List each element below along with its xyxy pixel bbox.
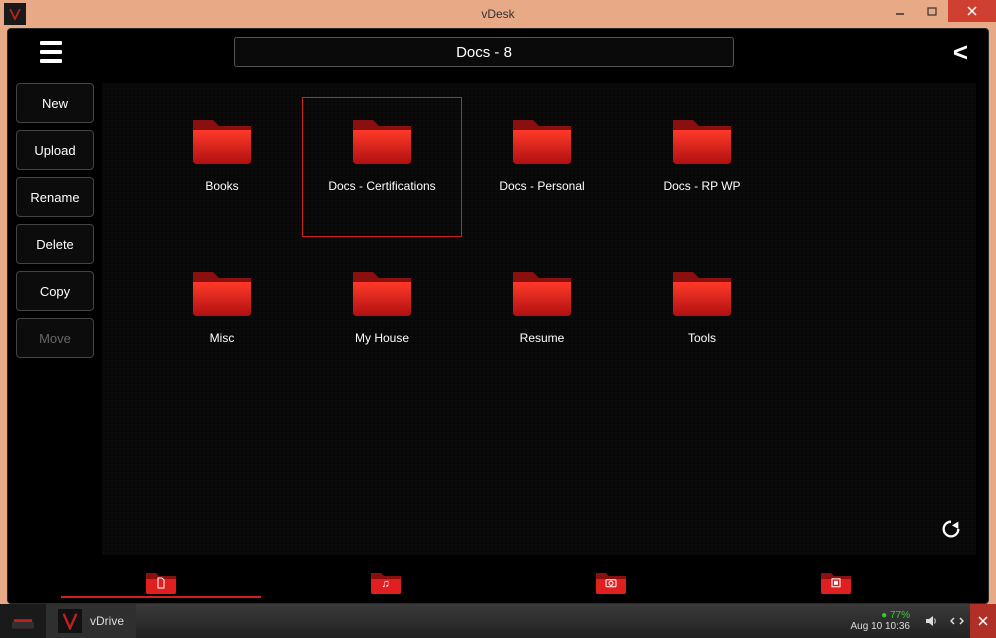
back-chevron-icon[interactable]: <: [953, 37, 968, 68]
tab-folder-icon: [593, 569, 629, 595]
folder-item[interactable]: Books: [142, 97, 302, 237]
minimize-button[interactable]: [884, 0, 916, 22]
music-icon: ♫: [381, 578, 389, 590]
document-icon: [156, 577, 166, 592]
folder-icon: [187, 110, 257, 171]
action-copy-button[interactable]: Copy: [16, 271, 94, 311]
top-bar: Docs - 8 <: [8, 29, 988, 75]
folder-item[interactable]: Docs - RP WP: [622, 97, 782, 237]
os-titlebar: vDesk: [0, 0, 996, 28]
folder-label: Books: [205, 179, 238, 193]
datetime: Aug 10 10:36: [851, 621, 911, 632]
camera-icon: [605, 577, 617, 590]
folder-item[interactable]: Misc: [142, 249, 302, 389]
folder-item[interactable]: Tools: [622, 249, 782, 389]
folder-item[interactable]: Resume: [462, 249, 622, 389]
taskbar-app-label: vDrive: [90, 614, 124, 628]
tab-folder-icon: ♫: [368, 569, 404, 595]
volume-icon[interactable]: [918, 604, 944, 638]
taskbar-app-vdrive[interactable]: vDrive: [46, 604, 136, 638]
folder-grid: Books Docs - Certifications Docs - Persona…: [142, 97, 936, 389]
folder-item[interactable]: My House: [302, 249, 462, 389]
folder-icon: [667, 262, 737, 323]
folder-label: Tools: [688, 331, 716, 345]
refresh-icon[interactable]: [940, 518, 962, 545]
taskbar-close-button[interactable]: [970, 604, 996, 638]
taskbar: vDrive ● 77% Aug 10 10:36: [0, 604, 996, 638]
folder-label: Resume: [520, 331, 565, 345]
folder-label: Misc: [210, 331, 235, 345]
bottom-tabs: ♫: [8, 563, 988, 603]
folder-item[interactable]: Docs - Personal: [462, 97, 622, 237]
action-new-button[interactable]: New: [16, 83, 94, 123]
tab-video[interactable]: [736, 568, 936, 598]
tab-document[interactable]: [61, 568, 261, 598]
window-controls: [884, 0, 996, 22]
folder-label: My House: [355, 331, 409, 345]
window-title: vDesk: [481, 7, 514, 21]
video-icon: [831, 577, 841, 590]
folder-icon: [347, 110, 417, 171]
action-sidebar: New Upload Rename Delete Copy Move: [8, 75, 102, 563]
action-move-button: Move: [16, 318, 94, 358]
app-v-icon: [58, 609, 82, 633]
taskbar-tray: ● 77% Aug 10 10:36: [851, 604, 996, 638]
action-rename-button[interactable]: Rename: [16, 177, 94, 217]
maximize-button[interactable]: [916, 0, 948, 22]
folder-icon: [347, 262, 417, 323]
app-icon: [4, 3, 26, 25]
path-display[interactable]: Docs - 8: [234, 37, 734, 67]
expand-icon[interactable]: [944, 604, 970, 638]
action-upload-button[interactable]: Upload: [16, 130, 94, 170]
folder-icon: [187, 262, 257, 323]
close-button[interactable]: [948, 0, 996, 22]
folder-icon: [507, 110, 577, 171]
menu-icon[interactable]: [40, 37, 70, 67]
tab-folder-icon: [143, 569, 179, 595]
start-button[interactable]: [0, 604, 46, 638]
battery-status: ● 77% Aug 10 10:36: [851, 610, 919, 632]
folder-icon: [507, 262, 577, 323]
folder-item[interactable]: Docs - Certifications: [302, 97, 462, 237]
folder-label: Docs - Certifications: [328, 179, 435, 193]
folder-label: Docs - RP WP: [663, 179, 740, 193]
main-body: New Upload Rename Delete Copy Move Books Docs …: [8, 75, 988, 563]
action-delete-button[interactable]: Delete: [16, 224, 94, 264]
tab-folder-icon: [818, 569, 854, 595]
battery-pct: ● 77%: [881, 610, 910, 621]
tab-camera[interactable]: [511, 568, 711, 598]
app-window: Docs - 8 < New Upload Rename Delete Copy Move…: [7, 28, 989, 604]
content-area: Books Docs - Certifications Docs - Persona…: [102, 83, 976, 555]
tab-music[interactable]: ♫: [286, 568, 486, 598]
folder-icon: [667, 110, 737, 171]
folder-label: Docs - Personal: [499, 179, 584, 193]
